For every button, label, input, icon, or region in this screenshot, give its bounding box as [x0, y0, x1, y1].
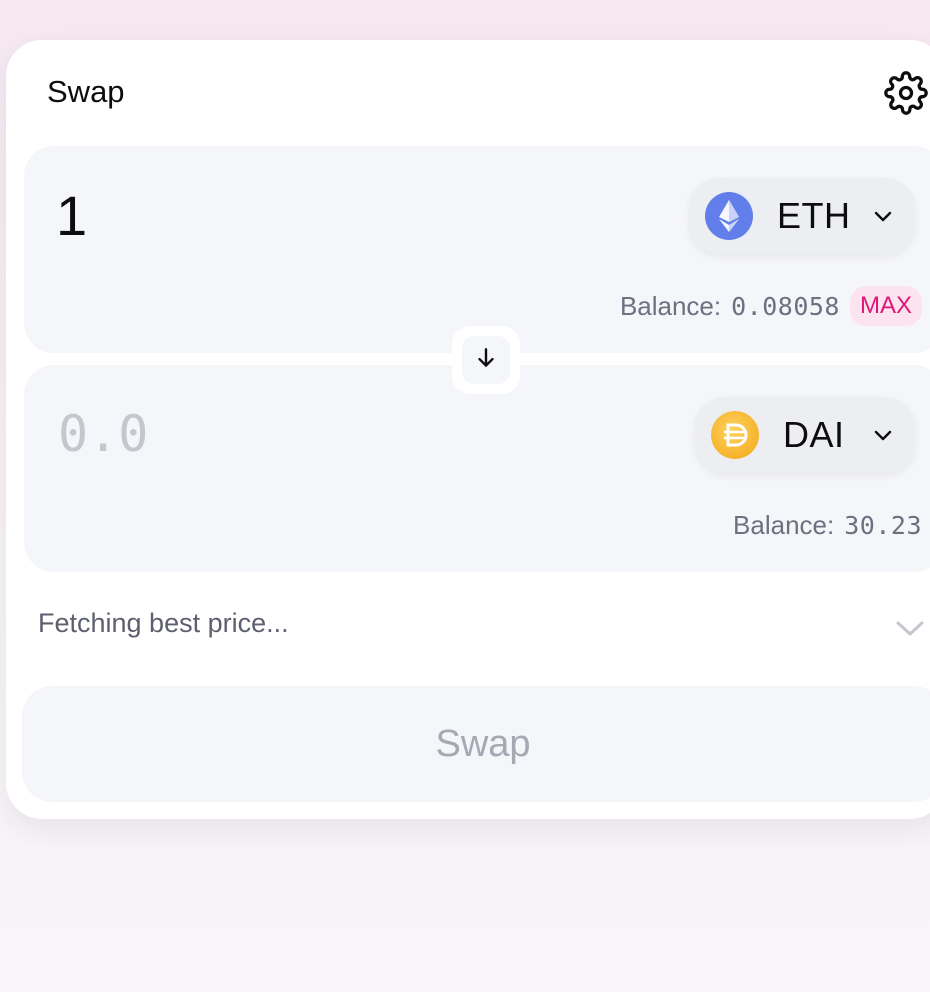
arrow-down-icon — [473, 345, 499, 376]
to-token-label: DAI — [783, 414, 845, 455]
to-token-select[interactable]: DAI — [695, 397, 915, 473]
flip-direction-button[interactable] — [452, 326, 520, 394]
card-title: Swap — [47, 74, 125, 109]
to-balance-value: 30.23 — [844, 510, 922, 540]
to-amount-input[interactable] — [58, 401, 478, 467]
max-button[interactable]: MAX — [849, 286, 922, 326]
chevron-down-icon — [871, 423, 895, 447]
to-token-panel: DAI Balance: 30.23 — [24, 365, 930, 572]
swap-button[interactable]: Swap — [22, 686, 930, 802]
chevron-down-icon — [871, 204, 895, 228]
from-token-label: ETH — [777, 195, 851, 236]
gear-icon[interactable] — [884, 71, 928, 115]
dai-icon — [711, 411, 759, 459]
from-balance-row: Balance: 0.08058 MAX — [620, 286, 922, 326]
to-balance-label: Balance: — [733, 509, 835, 540]
swap-card: Swap ETH — [6, 40, 930, 819]
from-amount-input[interactable] — [56, 182, 476, 248]
ethereum-icon — [705, 192, 753, 240]
from-token-panel: ETH Balance: 0.08058 MAX — [24, 146, 930, 353]
price-status: Fetching best price... — [38, 608, 289, 638]
from-token-select[interactable]: ETH — [689, 178, 915, 254]
from-balance-value: 0.08058 — [731, 291, 840, 321]
chevron-down-icon[interactable] — [890, 614, 930, 644]
to-balance-row: Balance: 30.23 — [733, 505, 922, 545]
flip-direction-inner[interactable] — [462, 336, 510, 384]
from-balance-label: Balance: — [619, 290, 722, 321]
